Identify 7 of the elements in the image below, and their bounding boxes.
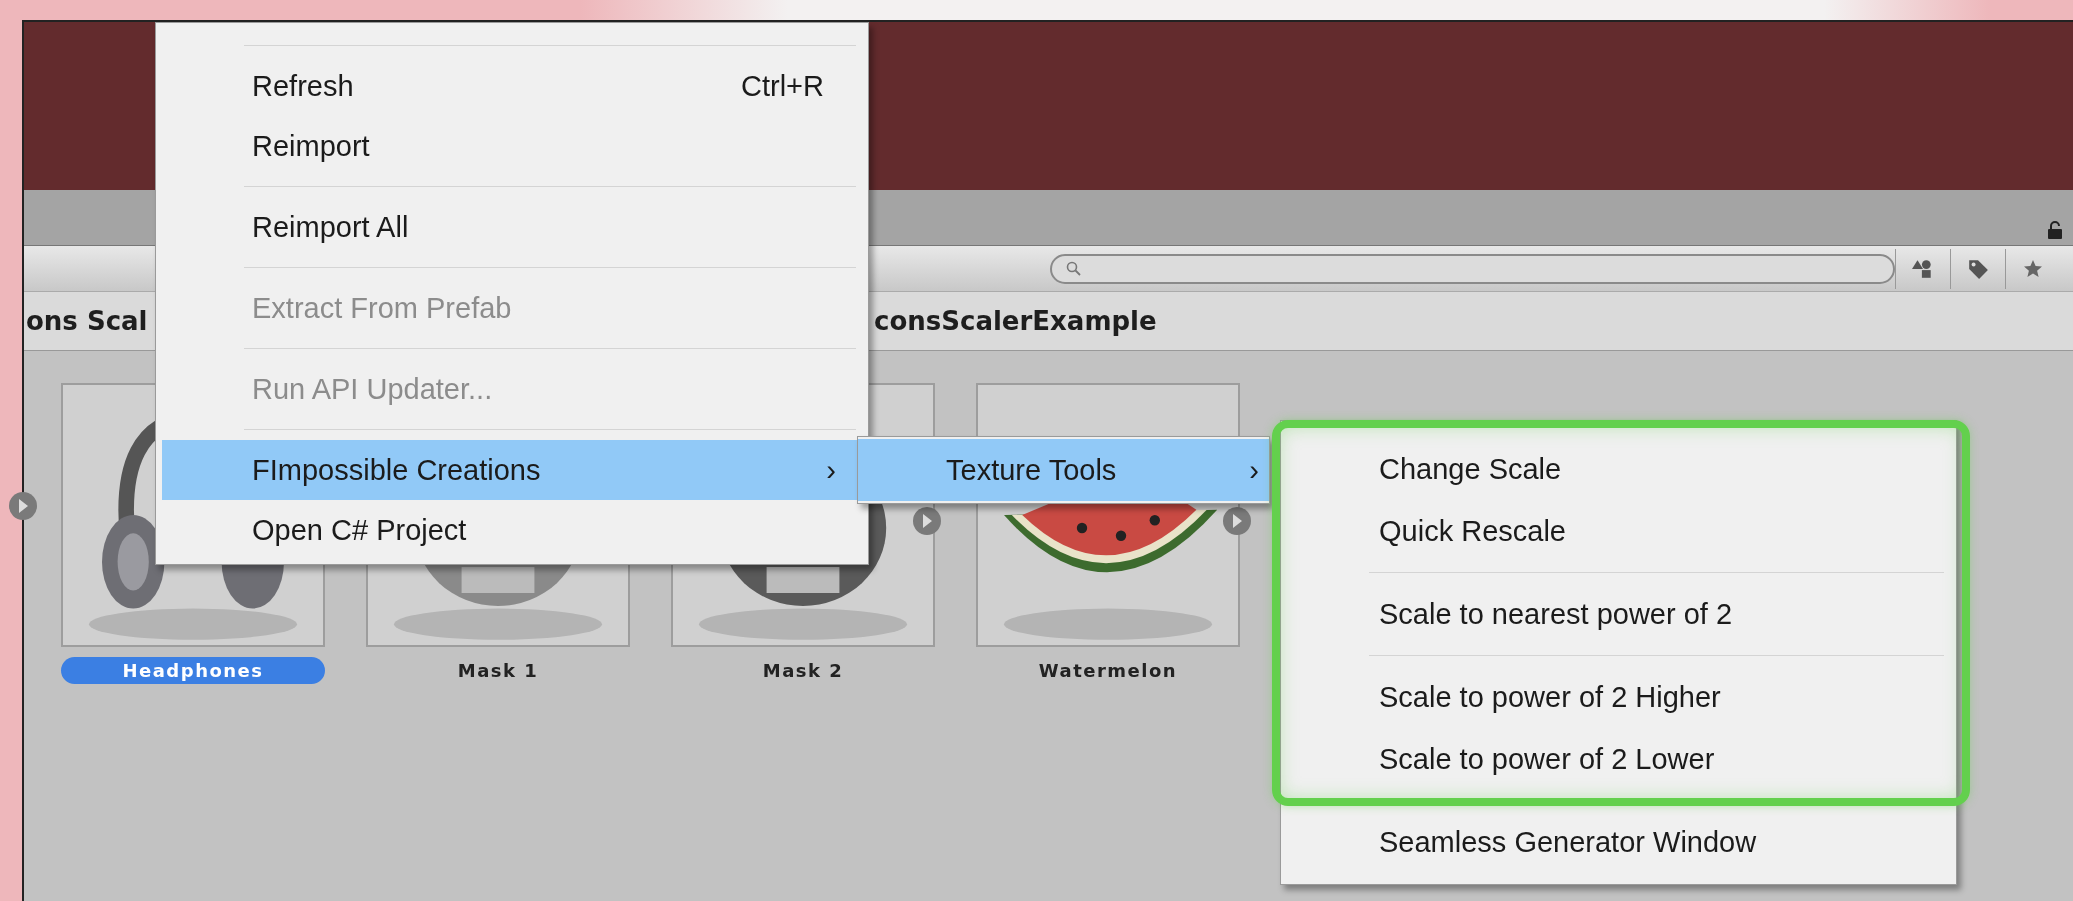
- submenu-arrow: ›: [1249, 453, 1259, 487]
- shortcut-label: Ctrl+R: [741, 69, 824, 103]
- asset-label: Mask 1: [456, 659, 540, 683]
- asset-label: Headphones: [61, 657, 325, 684]
- asset-label: Watermelon: [1037, 659, 1179, 683]
- asset-label: Mask 2: [761, 659, 845, 683]
- submenu-arrow: ›: [826, 453, 836, 487]
